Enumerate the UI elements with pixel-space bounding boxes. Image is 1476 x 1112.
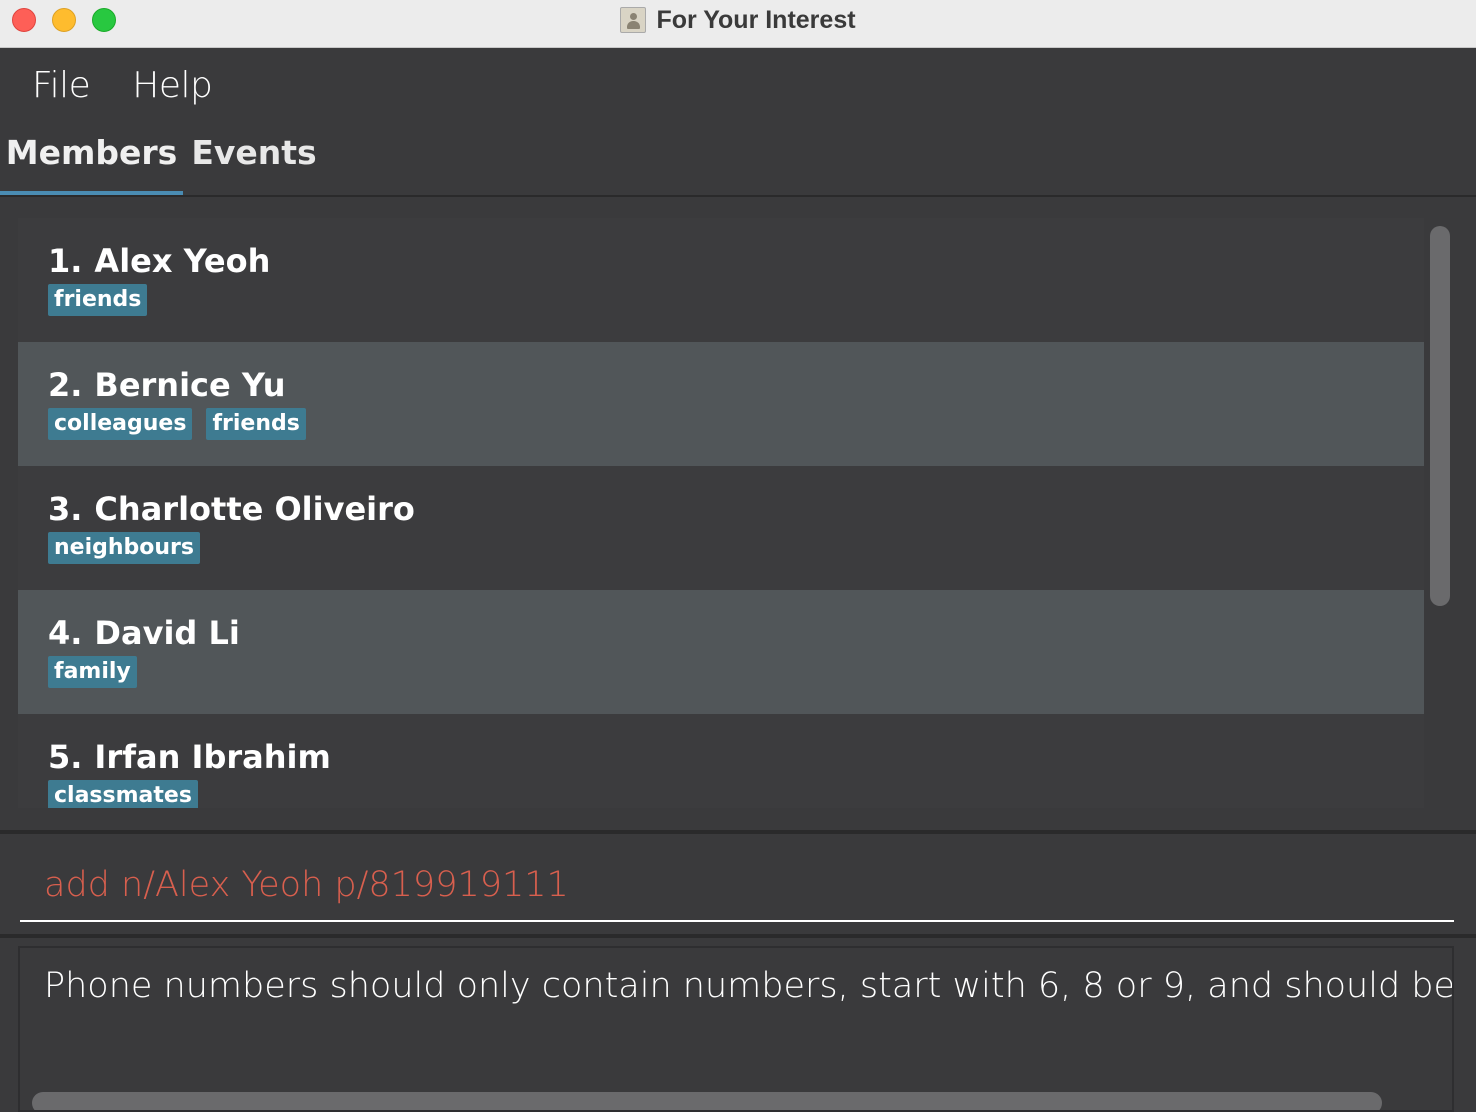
member-list-scrollbar[interactable] [1430,226,1450,606]
result-message: Phone numbers should only contain number… [44,966,1454,1006]
member-card[interactable]: 5. Irfan Ibrahim classmates [18,714,1424,808]
tab-members[interactable]: Members [0,133,183,195]
command-input[interactable]: add n/Alex Yeoh p/819919111 [20,852,1454,922]
tab-bar: Members Events [0,121,1476,197]
member-index: 5. [48,738,83,776]
member-tag: neighbours [48,532,201,564]
member-card[interactable]: 3. Charlotte Oliveiro neighbours [18,466,1424,590]
member-index: 3. [48,490,83,528]
member-tag: friends [206,408,306,440]
tab-events[interactable]: Events [183,133,325,195]
window-title: For Your Interest [656,5,856,34]
member-tags: friends [48,284,148,316]
member-name-line: 1. Alex Yeoh [48,242,270,280]
member-name: Bernice Yu [94,366,286,404]
command-box-panel: add n/Alex Yeoh p/819919111 [0,834,1476,934]
result-display-panel: Phone numbers should only contain number… [0,938,1476,1112]
member-index: 4. [48,614,83,652]
menu-help[interactable]: Help [132,65,213,106]
member-tag: classmates [48,780,198,808]
menu-file[interactable]: File [32,65,91,106]
member-name: David Li [94,614,240,652]
member-index: 2. [48,366,83,404]
member-card[interactable]: 2. Bernice Yu colleagues friends [18,342,1424,466]
member-list-panel: 1. Alex Yeoh friends 2. Bernice Yu colleag… [0,198,1476,830]
member-name-line: 4. David Li [48,614,240,652]
member-card[interactable]: 1. Alex Yeoh friends [18,218,1424,342]
member-name: Alex Yeoh [94,242,271,280]
member-tag: colleagues [48,408,193,440]
member-name: Irfan Ibrahim [94,738,331,776]
window-title-wrap: For Your Interest [0,0,1476,40]
member-tags: classmates [48,780,198,808]
app-contact-icon [620,7,647,33]
title-bar: For Your Interest [0,0,1476,48]
member-tag: family [48,656,137,688]
member-tags: colleagues friends [48,408,306,440]
member-name-line: 5. Irfan Ibrahim [48,738,331,776]
result-horizontal-scrollbar[interactable] [32,1092,1382,1110]
member-tags: neighbours [48,532,201,564]
member-tag: friends [48,284,148,316]
member-index: 1. [48,242,83,280]
member-card[interactable]: 4. David Li family [18,590,1424,714]
member-name-line: 2. Bernice Yu [48,366,285,404]
menu-bar: File Help [0,49,1476,121]
member-name-line: 3. Charlotte Oliveiro [48,490,415,528]
member-name: Charlotte Oliveiro [94,490,415,528]
member-tags: family [48,656,137,688]
member-list[interactable]: 1. Alex Yeoh friends 2. Bernice Yu colleag… [18,218,1424,808]
result-display[interactable]: Phone numbers should only contain number… [18,946,1454,1112]
